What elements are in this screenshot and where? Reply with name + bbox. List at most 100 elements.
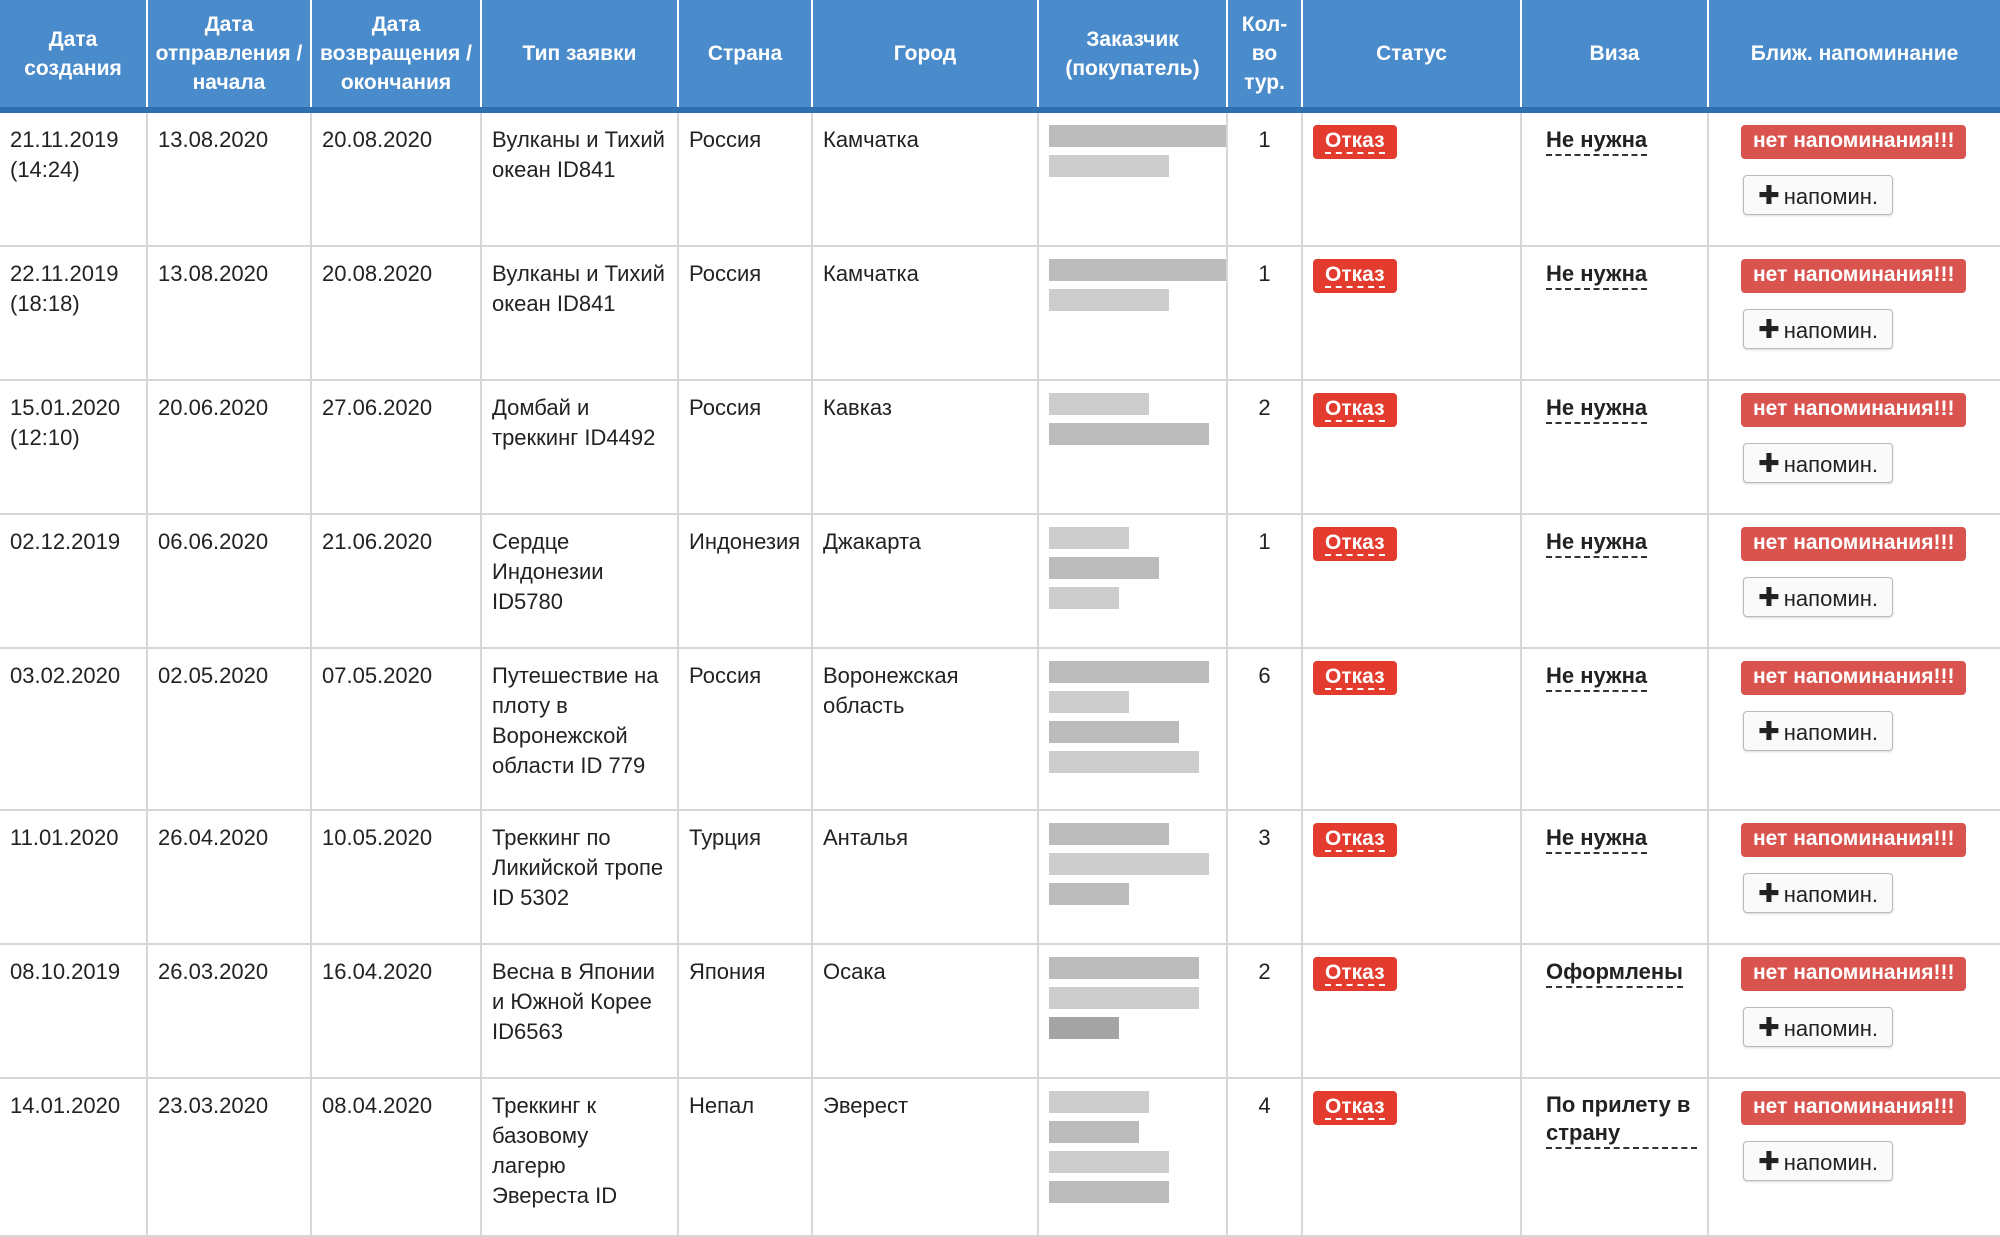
cell-country: Япония [678,944,813,1079]
visa-link[interactable]: Не нужна [1546,394,1648,424]
cell-visa: Оформлены [1521,944,1709,1079]
status-badge[interactable]: Отказ [1313,259,1397,293]
created-time: (18:18) [10,291,80,316]
add-reminder-button[interactable]: ✚ напомин. [1743,873,1893,913]
header-reminder[interactable]: Ближ. напоминание [1708,0,2000,110]
visa-link[interactable]: Не нужна [1546,662,1648,692]
header-created[interactable]: Дата создания [0,0,148,110]
redacted-bar [1049,527,1129,549]
add-reminder-label: напомин. [1783,882,1878,907]
status-badge[interactable]: Отказ [1313,125,1397,159]
header-city[interactable]: Город [812,0,1039,110]
customer-redacted [1049,661,1216,781]
cell-reminder: нет напоминания!!! ✚ напомин. [1708,944,2000,1079]
add-reminder-button[interactable]: ✚ напомин. [1743,443,1893,483]
cell-qty: 2 [1227,380,1303,515]
add-reminder-button[interactable]: ✚ напомин. [1743,577,1893,617]
visa-link[interactable]: Не нужна [1546,126,1648,156]
visa-link[interactable]: Не нужна [1546,260,1648,290]
created-date: 08.10.2019 [10,959,121,984]
header-customer[interactable]: Заказчик (покупатель) [1038,0,1228,110]
cell-visa: Не нужна [1521,110,1709,247]
add-reminder-button[interactable]: ✚ напомин. [1743,309,1893,349]
redacted-bar [1049,155,1169,177]
cell-depart: 20.06.2020 [147,380,312,515]
status-label: Отказ [1325,263,1385,288]
add-reminder-label: напомин. [1783,452,1878,477]
status-badge[interactable]: Отказ [1313,1091,1397,1125]
cell-return: 10.05.2020 [311,810,482,945]
customer-redacted [1049,957,1216,1076]
cell-city: Камчатка [812,246,1039,381]
header-visa[interactable]: Виза [1521,0,1709,110]
visa-link[interactable]: Не нужна [1546,824,1648,854]
add-reminder-button[interactable]: ✚ напомин. [1743,711,1893,751]
header-qty[interactable]: Кол-во тур. [1227,0,1303,110]
created-date: 14.01.2020 [10,1093,121,1118]
cell-customer [1038,246,1228,381]
cell-customer [1038,380,1228,515]
cell-status: Отказ [1302,246,1522,381]
cell-created: 15.01.2020 (12:10) [0,380,148,515]
add-reminder-label: напомин. [1783,184,1878,209]
cell-qty: 3 [1227,810,1303,945]
redacted-bar [1049,1091,1149,1113]
redacted-bar [1049,587,1119,609]
add-reminder-button[interactable]: ✚ напомин. [1743,1141,1893,1181]
status-badge[interactable]: Отказ [1313,823,1397,857]
cell-qty: 4 [1227,1078,1303,1237]
status-badge[interactable]: Отказ [1313,393,1397,427]
cell-city: Воронежская область [812,648,1039,811]
cell-depart: 23.03.2020 [147,1078,312,1237]
cell-depart: 26.04.2020 [147,810,312,945]
reminder-badge: нет напоминания!!! [1741,1091,1967,1125]
cell-visa: Не нужна [1521,246,1709,381]
redacted-bar [1049,557,1159,579]
redacted-bar [1049,1121,1139,1143]
cell-qty: 2 [1227,944,1303,1079]
cell-reminder: нет напоминания!!! ✚ напомин. [1708,246,2000,381]
reminder-badge: нет напоминания!!! [1741,125,1967,159]
cell-customer [1038,648,1228,811]
visa-link[interactable]: По прилету в страну [1546,1091,1697,1149]
cell-status: Отказ [1302,810,1522,945]
cell-city: Камчатка [812,110,1039,247]
status-label: Отказ [1325,827,1385,852]
header-return[interactable]: Дата возвращения / окончания [311,0,482,110]
plus-icon: ✚ [1757,716,1780,746]
add-reminder-button[interactable]: ✚ напомин. [1743,1007,1893,1047]
redacted-bar [1049,691,1129,713]
header-status[interactable]: Статус [1302,0,1522,110]
cell-depart: 06.06.2020 [147,514,312,649]
cell-visa: Не нужна [1521,648,1709,811]
status-label: Отказ [1325,397,1385,422]
cell-reminder: нет напоминания!!! ✚ напомин. [1708,1078,2000,1237]
visa-link[interactable]: Не нужна [1546,528,1648,558]
redacted-bar [1049,987,1199,1009]
header-row: Дата создания Дата отправления / начала … [0,0,2000,110]
orders-table: Дата создания Дата отправления / начала … [0,0,2000,1237]
cell-customer [1038,514,1228,649]
header-depart[interactable]: Дата отправления / начала [147,0,312,110]
cell-qty: 1 [1227,246,1303,381]
visa-link[interactable]: Оформлены [1546,958,1683,988]
cell-type: Путешествие на плоту в Воронежской облас… [481,648,679,811]
created-time: (14:24) [10,157,80,182]
header-country[interactable]: Страна [678,0,813,110]
header-type[interactable]: Тип заявки [481,0,679,110]
table-row: 14.01.2020 23.03.2020 08.04.2020 Треккин… [0,1078,2000,1237]
redacted-bar [1049,661,1209,683]
cell-status: Отказ [1302,1078,1522,1237]
status-badge[interactable]: Отказ [1313,661,1397,695]
cell-created: 08.10.2019 [0,944,148,1079]
cell-type: Домбай и треккинг ID4492 [481,380,679,515]
cell-type: Вулканы и Тихий океан ID841 [481,246,679,381]
status-badge[interactable]: Отказ [1313,527,1397,561]
add-reminder-button[interactable]: ✚ напомин. [1743,175,1893,215]
table-row: 02.12.2019 06.06.2020 21.06.2020 Сердце … [0,514,2000,649]
cell-type: Весна в Японии и Южной Корее ID6563 [481,944,679,1079]
status-badge[interactable]: Отказ [1313,957,1397,991]
cell-created: 14.01.2020 [0,1078,148,1237]
cell-created: 11.01.2020 [0,810,148,945]
created-date: 15.01.2020 [10,395,121,420]
